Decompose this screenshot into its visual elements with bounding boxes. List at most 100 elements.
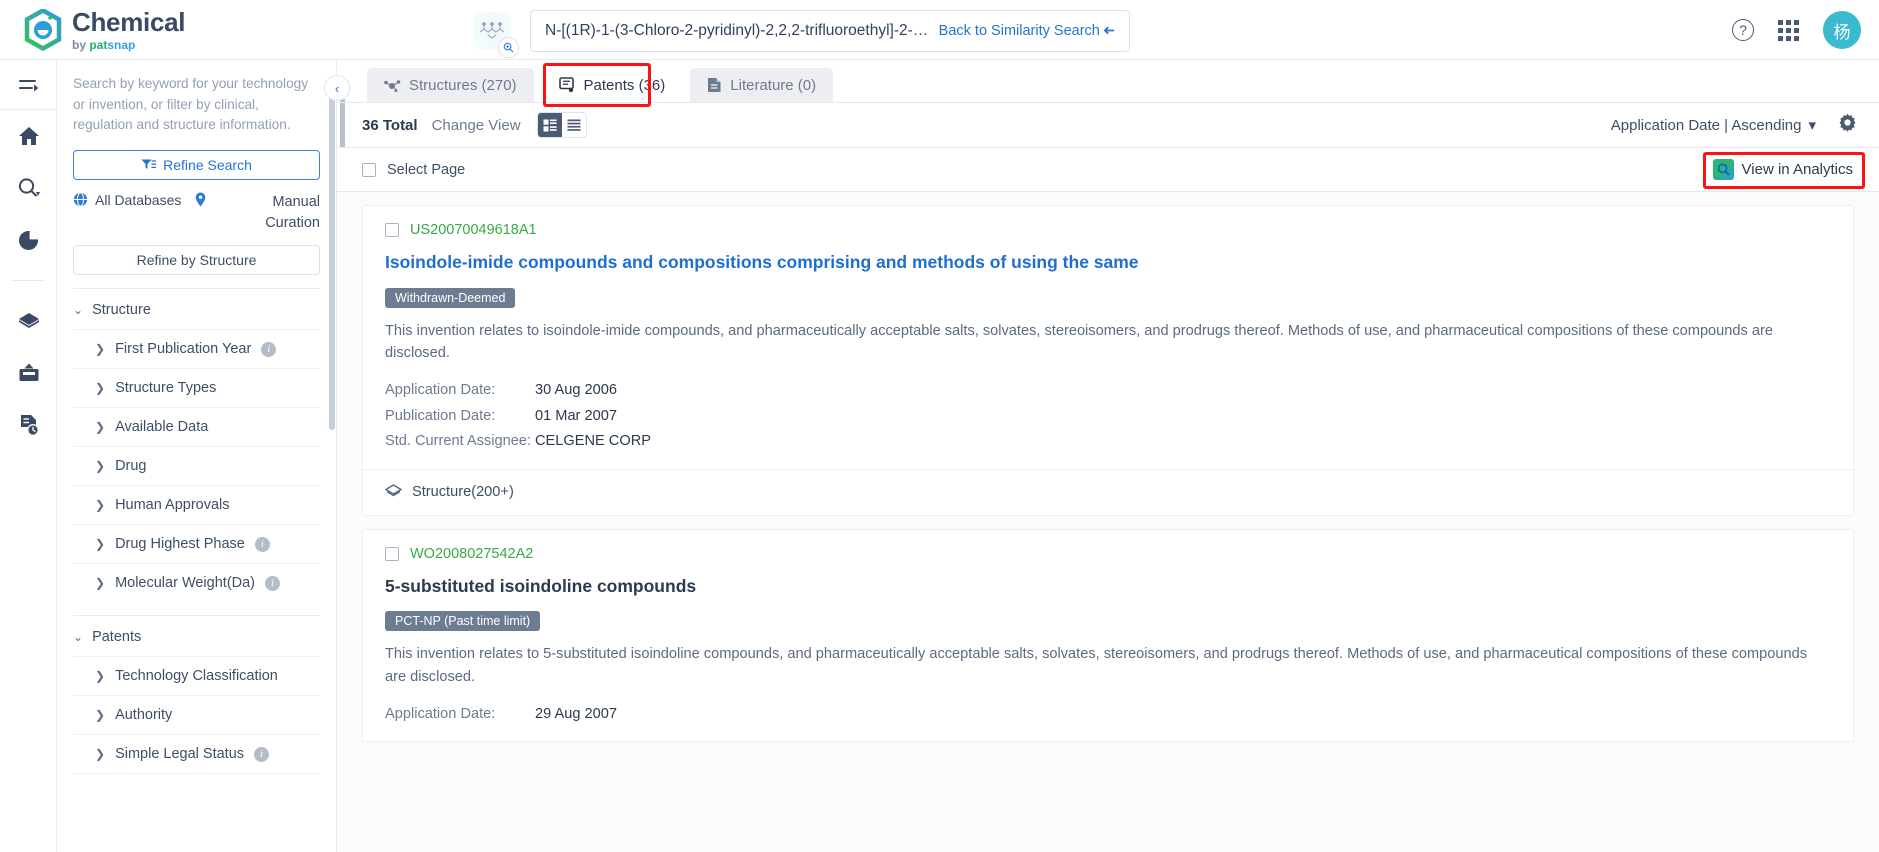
result-abstract: This invention relates to 5-substituted … [385,646,1808,685]
sidebar-item-analytics[interactable] [0,214,57,266]
sort-dropdown[interactable]: Application Date | Ascending ▾ [1611,116,1816,135]
chevron-right-icon: ❯ [95,747,106,761]
search-icon [18,178,40,197]
apps-grid-icon[interactable] [1778,19,1799,41]
sidebar-item-history[interactable] [0,399,57,451]
brand-by: by [72,37,90,52]
filter-label: Molecular Weight(Da) [115,575,256,591]
sidebar-item-search[interactable] [0,162,57,214]
info-icon[interactable]: i [254,536,270,552]
result-card-header: US20070049618A1 [385,222,1831,238]
sidebar-item-library[interactable] [0,295,57,347]
metadata-value: 30 Aug 2006 [535,381,617,398]
results-list: US20070049618A1 Isoindole-imide compound… [337,192,1879,852]
top-bar-actions: ? 杨 [1732,0,1861,60]
gear-icon[interactable] [1838,113,1857,137]
tab-literature[interactable]: Literature (0) [690,68,834,102]
filter-human-approvals[interactable]: ❯ Human Approvals [73,485,320,524]
chevron-right-icon: ❯ [95,669,106,683]
list-view-icon[interactable] [562,113,586,137]
filter-authority[interactable]: ❯ Authority [73,695,320,734]
metadata-value: 01 Mar 2007 [535,407,617,424]
status-badge: Withdrawn-Deemed [385,287,516,308]
brand-snap: snap [107,37,136,52]
sidebar-item-workspace[interactable] [0,347,57,399]
filter-label: Structure Types [115,380,217,396]
filter-simple-legal-status[interactable]: ❯ Simple Legal Status i [73,734,320,773]
filter-molecular-weight[interactable]: ❯ Molecular Weight(Da) i [73,563,320,602]
sidebar-item-expand[interactable] [0,60,57,110]
info-icon[interactable]: i [261,341,277,357]
chevron-down-icon: ⌄ [73,303,84,317]
chevron-right-icon: ❯ [95,576,106,590]
tab-patents[interactable]: Patents (36) [541,68,683,102]
inbox-upload-icon [19,363,38,381]
manual-line-2: Curation [265,214,320,231]
view-in-analytics-button[interactable]: View in Analytics [1709,156,1857,183]
grid-view-icon[interactable] [537,113,562,137]
filter-available-data[interactable]: ❯ Available Data [73,407,320,446]
filter-label: Technology Classification [115,668,278,684]
box-icon [18,313,39,328]
structure-count-button[interactable]: Structure(200+) [363,468,1853,515]
select-page-label[interactable]: Select Page [387,162,465,178]
chevron-down-icon: ⌄ [73,630,84,644]
chevron-down-icon: ▾ [1808,117,1816,134]
tab-structures[interactable]: Structures (270) [367,68,534,102]
filter-drug-highest-phase[interactable]: ❯ Drug Highest Phase i [73,524,320,563]
filter-row-partial[interactable] [73,773,320,779]
collapse-panel-button[interactable]: ‹ [324,75,350,101]
metadata-row: Application Date: 30 Aug 2006 [385,378,1831,404]
filter-panel-scrollbar[interactable] [329,90,335,430]
structure-count-label: Structure(200+) [412,484,514,501]
filter-structure-types[interactable]: ❯ Structure Types [73,368,320,407]
refine-search-button[interactable]: Refine Search [73,149,320,180]
zoom-in-icon[interactable] [498,37,519,58]
filter-label: Authority [115,707,173,723]
publication-number[interactable]: US20070049618A1 [410,222,537,238]
result-card: WO2008027542A2 5-substituted isoindoline… [362,528,1854,743]
pie-chart-icon [19,230,38,250]
top-bar: Chemical by patsnap N-[(1R)-1-(3-Chloro-… [0,0,1879,60]
filter-group-patents[interactable]: ⌄ Patents [73,615,320,656]
filter-technology-classification[interactable]: ❯ Technology Classification [73,656,320,695]
filter-group-patents-label: Patents [92,629,142,645]
filter-drug[interactable]: ❯ Drug [73,446,320,485]
avatar[interactable]: 杨 [1823,11,1861,49]
result-metadata: Application Date: 30 Aug 2006 Publicatio… [385,378,1831,455]
change-view-button[interactable]: Change View [432,117,521,134]
sidebar-item-home[interactable] [0,110,57,162]
search-input[interactable]: N-[(1R)-1-(3-Chloro-2-pyridinyl)-2,2,2-t… [530,10,1130,52]
chevron-right-icon: ❯ [95,420,106,434]
refine-by-structure-button[interactable]: Refine by Structure [73,245,320,275]
back-to-similarity-search-link[interactable]: Back to Similarity Search ➜ [939,23,1115,39]
filter-label: Simple Legal Status [115,746,245,762]
map-pin-icon[interactable] [195,192,206,210]
brand-logo[interactable]: Chemical by patsnap [0,7,400,52]
result-card: US20070049618A1 Isoindole-imide compound… [362,205,1854,516]
structure-thumbnail[interactable] [472,11,519,58]
result-checkbox[interactable] [385,223,399,237]
tab-patents-label: Patents (36) [583,76,666,94]
patent-icon [558,77,574,93]
result-title[interactable]: 5-substituted isoindoline compounds [385,575,1831,598]
filter-first-publication-year[interactable]: ❯ First Publication Year i [73,329,320,368]
filter-group-structure[interactable]: ⌄ Structure [73,288,320,329]
help-icon[interactable]: ? [1732,19,1754,41]
info-icon[interactable]: i [265,575,281,591]
back-arrow-icon: ➜ [1102,23,1115,39]
info-icon[interactable]: i [254,746,270,762]
search-zone: N-[(1R)-1-(3-Chloro-2-pyridinyl)-2,2,2-t… [472,10,1130,58]
result-title[interactable]: Isoindole-imide compounds and compositio… [385,251,1831,274]
manual-line-1: Manual [272,193,320,210]
chevron-right-icon: ❯ [95,342,106,356]
result-checkbox[interactable] [385,546,399,561]
publication-number[interactable]: WO2008027542A2 [410,546,533,562]
all-databases-label[interactable]: All Databases [95,192,181,208]
select-page-checkbox[interactable] [362,162,376,177]
metadata-key: Application Date: [385,381,496,398]
search-input-value: N-[(1R)-1-(3-Chloro-2-pyridinyl)-2,2,2-t… [545,22,929,39]
metadata-row: Std. Current Assignee: CELGENE CORP [385,429,1831,455]
metadata-key: Std. Current Assignee: [385,433,532,450]
results-total: 36 Total [362,116,418,134]
